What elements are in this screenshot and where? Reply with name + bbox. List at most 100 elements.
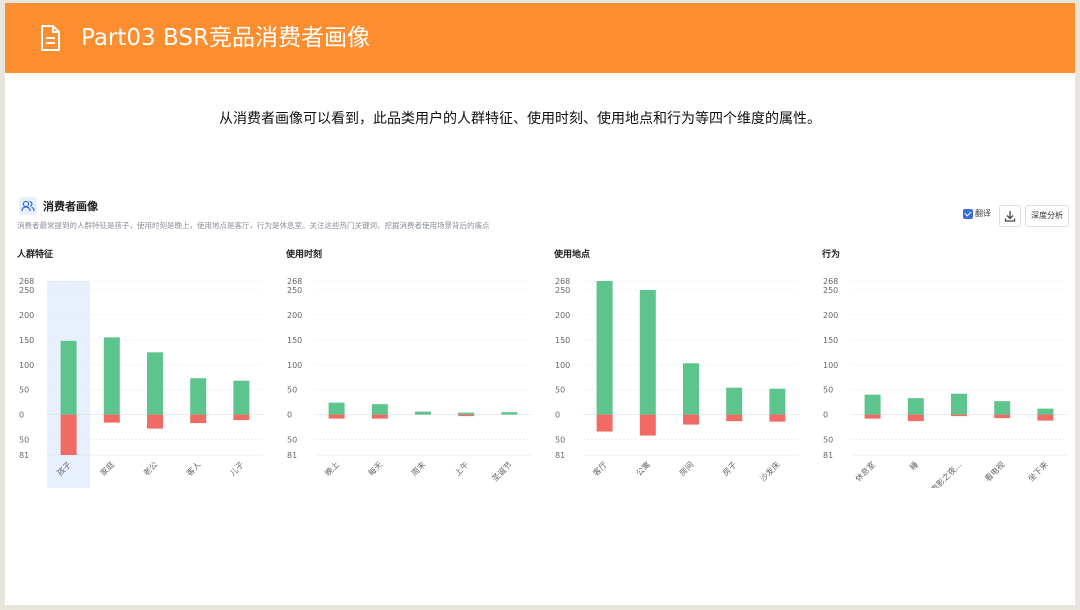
negative-bar[interactable] xyxy=(907,414,924,422)
positive-bar[interactable] xyxy=(147,352,163,415)
y-tick-label: 150 xyxy=(555,336,570,345)
positive-bar[interactable] xyxy=(328,402,345,415)
positive-bar[interactable] xyxy=(864,394,881,415)
bar-chart: 268250 200 150 100 50 0 50 81 客厅 公寓 房间 房子 沙发床 xyxy=(555,277,799,483)
positive-bar[interactable] xyxy=(951,393,967,415)
translate-label: 翻译 xyxy=(975,209,991,218)
y-tick-label: 50 xyxy=(555,386,565,395)
y-tick-label: 0 xyxy=(823,411,828,420)
translate-toggle[interactable]: 翻译 xyxy=(963,208,991,219)
y-tick-label: 250 xyxy=(19,286,34,295)
y-tick-label: 150 xyxy=(19,336,34,345)
y-tick-label: 81 xyxy=(19,451,29,460)
deep-analysis-button[interactable]: 深度分析 xyxy=(1025,205,1069,227)
x-tick-label: 上午 xyxy=(452,459,470,477)
positive-bar[interactable] xyxy=(190,378,207,415)
positive-bar[interactable] xyxy=(907,398,924,415)
positive-bar[interactable] xyxy=(103,337,120,415)
negative-bar[interactable] xyxy=(458,414,475,417)
y-tick-label: 50 xyxy=(287,386,297,395)
negative-bar[interactable] xyxy=(683,414,699,425)
positive-bar[interactable] xyxy=(994,401,1011,415)
x-tick-label: 看电视 xyxy=(983,459,1007,483)
y-tick-label: 268 xyxy=(823,277,838,286)
chart-title: 使用地点 xyxy=(554,250,591,260)
negative-bar[interactable] xyxy=(994,414,1011,419)
x-tick-label: 客厅 xyxy=(591,459,609,477)
y-tick-label: 81 xyxy=(823,451,833,460)
bar-chart: 268250 200 150 100 50 0 50 81 休息室 睡电影之夜... 看电视 坐下来 xyxy=(823,277,1067,488)
x-tick-label: 圣诞节 xyxy=(490,460,513,483)
x-tick-label: 房间 xyxy=(677,459,695,477)
y-tick-label: 268 xyxy=(287,277,302,286)
x-tick-label: 家庭 xyxy=(98,459,116,477)
negative-bar[interactable] xyxy=(726,414,743,422)
y-tick-label: 0 xyxy=(287,411,292,420)
summary-text: 从消费者画像可以看到，此品类用户的人群特征、使用时刻、使用地点和行为等四个维度的… xyxy=(219,111,821,127)
negative-bar[interactable] xyxy=(60,414,77,455)
negative-bar[interactable] xyxy=(233,414,250,421)
negative-bar[interactable] xyxy=(371,414,388,419)
document-icon xyxy=(41,25,60,51)
negative-bar[interactable] xyxy=(190,414,207,424)
header-bar: Part03 BSR竞品消费者画像 xyxy=(5,3,1075,73)
y-tick-label: 200 xyxy=(555,311,570,320)
users-icon xyxy=(19,197,37,215)
negative-bar[interactable] xyxy=(596,414,613,432)
positive-bar[interactable] xyxy=(371,404,388,415)
y-tick-label: 250 xyxy=(823,286,838,295)
card-description: 消费者最常提到的人群特征是孩子，使用时刻是晚上，使用地点是客厅，行为是休息室。关… xyxy=(17,221,490,230)
negative-bar[interactable] xyxy=(769,414,786,422)
y-tick-label: 100 xyxy=(555,361,570,370)
positive-bar[interactable] xyxy=(458,412,475,415)
x-tick-label: 晚上 xyxy=(323,459,341,477)
negative-bar[interactable] xyxy=(103,414,120,423)
positive-bar[interactable] xyxy=(726,387,743,415)
negative-bar[interactable] xyxy=(147,414,163,429)
positive-bar[interactable] xyxy=(683,363,699,415)
x-tick-label: 周末 xyxy=(409,459,427,477)
y-tick-label: 81 xyxy=(555,451,565,460)
x-tick-label: 老公 xyxy=(141,459,159,477)
x-tick-label: 每天 xyxy=(366,459,384,477)
slide: Part03 BSR竞品消费者画像 从消费者画像可以看到，此品类用户的人群特征、… xyxy=(5,3,1075,605)
y-tick-label: 100 xyxy=(823,361,838,370)
negative-bar[interactable] xyxy=(639,414,656,436)
x-tick-label: 房子 xyxy=(720,459,738,477)
positive-bar[interactable] xyxy=(596,281,613,415)
negative-bar[interactable] xyxy=(1037,414,1054,421)
x-tick-label: 休息室 xyxy=(853,459,877,483)
y-tick-label: 250 xyxy=(555,286,570,295)
y-tick-label: 200 xyxy=(19,311,34,320)
x-tick-label: 电影之夜... xyxy=(928,459,963,488)
y-tick-label: 200 xyxy=(823,311,838,320)
positive-bar[interactable] xyxy=(415,411,431,415)
positive-bar[interactable] xyxy=(501,412,518,415)
x-tick-label: 沙发床 xyxy=(758,459,782,483)
positive-bar[interactable] xyxy=(1037,408,1054,415)
y-tick-label: 250 xyxy=(287,286,302,295)
checkbox-icon[interactable] xyxy=(963,208,973,219)
negative-bar[interactable] xyxy=(864,414,881,419)
y-tick-label: 150 xyxy=(823,336,838,345)
x-tick-label: 儿子 xyxy=(228,460,246,478)
x-tick-label: 客人 xyxy=(184,459,202,477)
positive-bar[interactable] xyxy=(639,289,656,415)
y-tick-label: 50 xyxy=(555,436,565,445)
positive-bar[interactable] xyxy=(233,380,250,415)
negative-bar[interactable] xyxy=(328,414,345,419)
negative-bar[interactable] xyxy=(951,414,967,417)
y-tick-label: 50 xyxy=(823,436,833,445)
y-tick-label: 268 xyxy=(19,277,34,286)
x-tick-label: 睡 xyxy=(908,460,920,472)
chart-title: 人群特征 xyxy=(17,250,54,260)
bar-chart: 268250 200 150 100 50 0 50 81 晚上 每天 周末 上午 圣诞节 xyxy=(287,277,531,483)
y-tick-label: 0 xyxy=(19,411,24,420)
page-title: Part03 BSR竞品消费者画像 xyxy=(81,25,370,51)
y-tick-label: 200 xyxy=(287,311,302,320)
download-button[interactable] xyxy=(999,205,1021,227)
download-icon xyxy=(1004,211,1016,222)
bar-chart: 2682502001501005005081孩子 家庭 老公 客人 儿子 xyxy=(19,277,263,488)
positive-bar[interactable] xyxy=(60,340,77,415)
positive-bar[interactable] xyxy=(769,388,786,415)
